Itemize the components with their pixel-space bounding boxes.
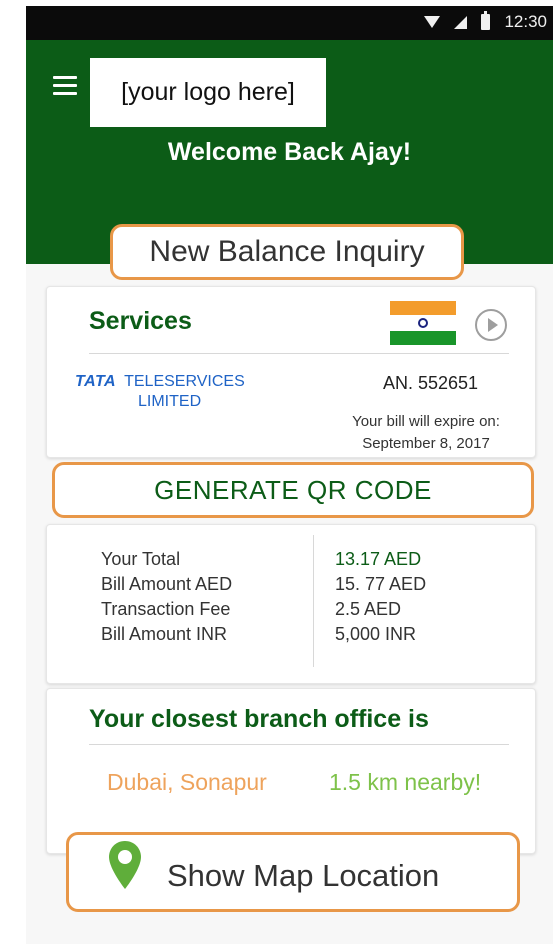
services-title: Services [89,307,192,335]
bill-value-transaction-fee: 2.5 AED [335,599,402,619]
vertical-divider [313,535,314,667]
branch-city: Dubai, Sonapur [107,769,267,795]
status-time: 12:30 [504,12,547,31]
divider [89,744,509,745]
status-icons: 12:30 [424,11,547,32]
bill-label-transaction-fee: Transaction Fee [101,599,231,619]
show-map-label: Show Map Location [167,858,440,893]
bill-label-amount-inr: Bill Amount INR [101,624,228,644]
welcome-message: Welcome Back Ajay! [167,138,412,166]
branch-distance: 1.5 km nearby! [329,769,482,795]
expire-label: Your bill will expire on: [352,413,500,430]
provider-line1: TELESERVICES [124,373,245,390]
branch-card: Your closest branch office is Dubai, Son… [46,688,536,854]
bill-value-total: 13.17 AED [335,549,422,569]
divider [89,353,509,354]
bill-summary-card: Your Total Bill Amount AED Transaction F… [46,524,536,684]
location-pin-icon [109,841,141,889]
bill-values: 13.17 AED 15. 77 AED 2.5 AED 5,000 INR [335,547,426,647]
bill-value-amount-inr: 5,000 INR [335,624,417,644]
bill-label-total: Your Total [101,549,181,569]
bill-expiry: Your bill will expire on: September 8, 2… [319,411,533,455]
bill-label-amount-aed: Bill Amount AED [101,574,233,594]
status-bar: 12:30 [26,6,553,40]
provider-brand: TATA [75,373,117,390]
show-map-location-button[interactable]: Show Map Location [66,832,520,912]
arrow-right-circle-icon[interactable] [475,309,507,341]
india-flag-icon [390,301,456,345]
wifi-icon [424,16,441,28]
hamburger-menu-icon[interactable] [53,76,77,95]
bill-value-amount-aed: 15. 77 AED [335,574,427,594]
account-number: AN. 552651 [383,373,479,393]
logo-text: [your logo here] [121,78,295,106]
generate-qr-code-button[interactable]: GENERATE QR CODE [52,462,534,518]
bill-labels: Your Total Bill Amount AED Transaction F… [101,547,232,647]
provider-logo: TATA TELESERVICES LIMITED [75,373,285,411]
provider-line2: LIMITED [138,393,202,410]
phone-screen: 12:30 [your logo here] Welcome Back Ajay… [26,6,553,944]
logo-placeholder: [your logo here] [90,58,326,127]
branch-title: Your closest branch office is [89,705,429,733]
battery-icon [481,11,491,30]
signal-icon [454,15,468,29]
new-balance-inquiry-button[interactable]: New Balance Inquiry [110,224,464,280]
services-card: Services TATA TELESERVICES LIMITED AN. 5… [46,286,536,458]
expire-date: September 8, 2017 [362,435,490,452]
